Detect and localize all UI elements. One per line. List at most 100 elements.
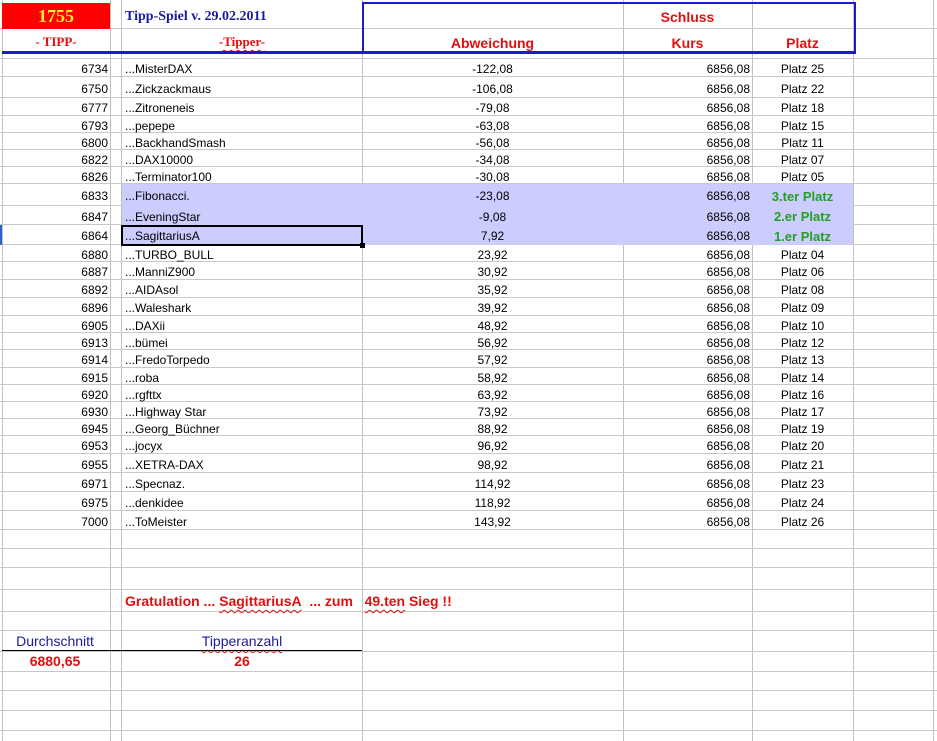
kurs-cell[interactable]: 6856,08 xyxy=(623,420,752,437)
platz-cell[interactable]: Platz 11 xyxy=(752,134,853,151)
tipp-count-cell[interactable]: 1755 xyxy=(2,3,110,29)
tipper-cell[interactable]: ...Terminator100 xyxy=(122,168,362,185)
abweichung-cell[interactable]: 48,92 xyxy=(362,317,623,334)
abweichung-cell[interactable]: -9,08 xyxy=(362,207,623,226)
abweichung-cell[interactable]: 35,92 xyxy=(362,281,623,299)
tipp-cell[interactable]: 6955 xyxy=(2,455,110,474)
abweichung-cell[interactable]: 23,92 xyxy=(362,246,623,263)
abweichung-cell[interactable]: 30,92 xyxy=(362,263,623,281)
tipper-cell[interactable]: ...FredoTorpedo xyxy=(122,351,362,369)
tipp-cell[interactable]: 6975 xyxy=(2,493,110,512)
title-cell[interactable]: Tipp-Spiel v. 29.02.2011 xyxy=(122,4,362,30)
tipp-cell[interactable]: 6892 xyxy=(2,281,110,299)
kurs-cell[interactable]: 6856,08 xyxy=(623,78,752,99)
kurs-cell[interactable]: 6856,08 xyxy=(623,151,752,168)
abweichung-cell[interactable]: -79,08 xyxy=(362,99,623,117)
platz-cell[interactable]: 1.er Platz xyxy=(752,226,853,246)
spreadsheet[interactable]: 1755 Tipp-Spiel v. 29.02.2011 Schluss - … xyxy=(0,0,937,741)
tipp-cell[interactable]: 6800 xyxy=(2,134,110,151)
abweichung-cell[interactable]: 58,92 xyxy=(362,369,623,386)
tipper-cell[interactable]: ...ToMeister xyxy=(122,512,362,531)
platz-cell[interactable]: Platz 06 xyxy=(752,263,853,281)
kurs-cell[interactable]: 6856,08 xyxy=(623,117,752,134)
tipp-cell[interactable]: 6777 xyxy=(2,99,110,117)
tipp-cell[interactable]: 6847 xyxy=(2,207,110,226)
tipper-cell[interactable]: ...Highway Star xyxy=(122,403,362,420)
tipp-cell[interactable]: 6914 xyxy=(2,351,110,369)
kurs-cell[interactable]: 6856,08 xyxy=(623,437,752,455)
kurs-cell[interactable]: 6856,08 xyxy=(623,226,752,246)
avg-value[interactable]: 6880,65 xyxy=(0,651,110,671)
tipp-cell[interactable]: 6920 xyxy=(2,386,110,403)
tipp-cell[interactable]: 6734 xyxy=(2,60,110,78)
abweichung-cell[interactable]: 73,92 xyxy=(362,403,623,420)
platz-cell[interactable]: Platz 19 xyxy=(752,420,853,437)
abweichung-cell[interactable]: -122,08 xyxy=(362,60,623,78)
tipp-cell[interactable]: 6887 xyxy=(2,263,110,281)
abweichung-cell[interactable]: 118,92 xyxy=(362,493,623,512)
abweichung-cell[interactable]: 56,92 xyxy=(362,334,623,351)
platz-cell[interactable]: Platz 09 xyxy=(752,299,853,317)
kurs-cell[interactable]: 6856,08 xyxy=(623,134,752,151)
tipp-cell[interactable]: 6750 xyxy=(2,78,110,99)
tipp-cell[interactable]: 6880 xyxy=(2,246,110,263)
tipp-cell[interactable]: 6953 xyxy=(2,437,110,455)
tipp-cell[interactable]: 6945 xyxy=(2,420,110,437)
tipp-cell[interactable]: 6826 xyxy=(2,168,110,185)
kurs-cell[interactable]: 6856,08 xyxy=(623,455,752,474)
platz-cell[interactable]: Platz 12 xyxy=(752,334,853,351)
platz-cell[interactable]: Platz 25 xyxy=(752,60,853,78)
tipper-cell[interactable]: ...BackhandSmash xyxy=(122,134,362,151)
count-value[interactable]: 26 xyxy=(122,651,362,671)
kurs-cell[interactable]: 6856,08 xyxy=(623,351,752,369)
tipper-cell[interactable]: ...AIDAsol xyxy=(122,281,362,299)
tipp-cell[interactable]: 6896 xyxy=(2,299,110,317)
kurs-cell[interactable]: 6856,08 xyxy=(623,369,752,386)
kurs-cell[interactable]: 6856,08 xyxy=(623,403,752,420)
platz-cell[interactable]: Platz 21 xyxy=(752,455,853,474)
tipper-cell[interactable]: ...Fibonacci. xyxy=(122,185,362,207)
tipper-cell[interactable]: ...Specnaz. xyxy=(122,474,362,493)
abweichung-cell[interactable]: 114,92 xyxy=(362,474,623,493)
tipp-cell[interactable]: 6930 xyxy=(2,403,110,420)
abweichung-cell[interactable]: 96,92 xyxy=(362,437,623,455)
platz-cell[interactable]: Platz 14 xyxy=(752,369,853,386)
tipper-cell[interactable]: ...rgfttx xyxy=(122,386,362,403)
tipp-cell[interactable]: 6822 xyxy=(2,151,110,168)
abweichung-cell[interactable]: -23,08 xyxy=(362,185,623,207)
kurs-cell[interactable]: 6856,08 xyxy=(623,246,752,263)
kurs-cell[interactable]: 6856,08 xyxy=(623,263,752,281)
kurs-cell[interactable]: 6856,08 xyxy=(623,207,752,226)
tipp-cell[interactable]: 6913 xyxy=(2,334,110,351)
abweichung-cell[interactable]: -63,08 xyxy=(362,117,623,134)
platz-cell[interactable]: Platz 18 xyxy=(752,99,853,117)
platz-cell[interactable]: 2.er Platz xyxy=(752,207,853,226)
platz-cell[interactable]: Platz 08 xyxy=(752,281,853,299)
tipper-cell[interactable]: ...denkidee xyxy=(122,493,362,512)
kurs-cell[interactable]: 6856,08 xyxy=(623,299,752,317)
gratulation-text[interactable]: Gratulation ... SagittariusA ... zum 49.… xyxy=(122,591,452,611)
abweichung-cell[interactable]: 143,92 xyxy=(362,512,623,531)
tipper-cell[interactable]: ...roba xyxy=(122,369,362,386)
abweichung-cell[interactable]: -34,08 xyxy=(362,151,623,168)
platz-cell[interactable]: Platz 26 xyxy=(752,512,853,531)
kurs-cell[interactable]: 6856,08 xyxy=(623,281,752,299)
tipp-cell[interactable]: 7000 xyxy=(2,512,110,531)
platz-cell[interactable]: Platz 24 xyxy=(752,493,853,512)
tipp-cell[interactable]: 6915 xyxy=(2,369,110,386)
kurs-cell[interactable]: 6856,08 xyxy=(623,474,752,493)
tipper-cell[interactable]: ...Georg_Büchner xyxy=(122,420,362,437)
tipper-cell[interactable]: ...DAXii xyxy=(122,317,362,334)
platz-cell[interactable]: Platz 23 xyxy=(752,474,853,493)
tipper-cell[interactable]: ...jocyx xyxy=(122,437,362,455)
abweichung-cell[interactable]: 39,92 xyxy=(362,299,623,317)
platz-cell[interactable]: Platz 05 xyxy=(752,168,853,185)
tipp-cell[interactable]: 6833 xyxy=(2,185,110,207)
kurs-cell[interactable]: 6856,08 xyxy=(623,185,752,207)
platz-cell[interactable]: Platz 20 xyxy=(752,437,853,455)
tipp-cell[interactable]: 6864 xyxy=(2,226,110,246)
tipper-cell[interactable]: ...Waleshark xyxy=(122,299,362,317)
abweichung-cell[interactable]: -56,08 xyxy=(362,134,623,151)
tipper-cell[interactable]: ...EveningStar xyxy=(122,207,362,226)
tipper-cell[interactable]: ...TURBO_BULL xyxy=(122,246,362,263)
